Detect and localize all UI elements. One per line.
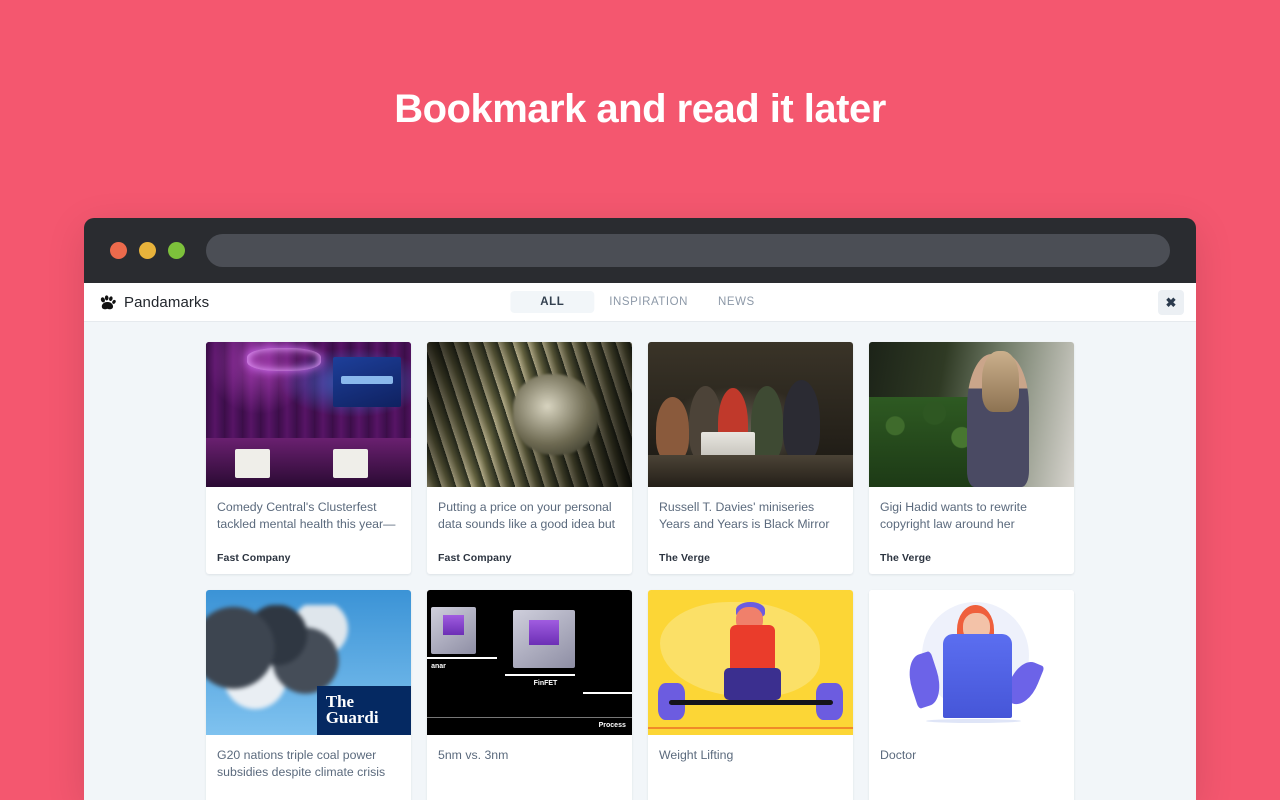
diagram-label-finfet: FinFET xyxy=(533,679,558,687)
card-title: Putting a price on your personal data so… xyxy=(438,500,616,532)
browser-chrome-bar xyxy=(84,218,1196,283)
card-body: Putting a price on your personal data so… xyxy=(427,487,632,574)
bookmark-content-area: Comedy Central's Clusterfest tackled men… xyxy=(84,322,1196,800)
close-dot[interactable] xyxy=(110,242,127,259)
card-source: The Verge xyxy=(659,552,711,564)
minimize-dot[interactable] xyxy=(139,242,156,259)
card-thumbnail xyxy=(648,590,853,735)
tab-inspiration[interactable]: INSPIRATION xyxy=(594,291,703,313)
page-title: Bookmark and read it later xyxy=(394,87,886,131)
brand-name: Pandamarks xyxy=(124,293,210,311)
card-body: Doctor Dribbble xyxy=(869,735,1074,800)
bookmark-card[interactable]: Comedy Central's Clusterfest tackled men… xyxy=(206,342,411,574)
watermark-line-2: Guardi xyxy=(325,708,379,728)
card-source: Fast Company xyxy=(217,552,291,564)
card-title: G20 nations triple coal power subsidies … xyxy=(217,748,386,780)
card-title: 5nm vs. 3nm xyxy=(438,748,509,762)
tab-news[interactable]: NEWS xyxy=(703,291,770,313)
tab-bar: ALL INSPIRATION NEWS xyxy=(510,291,769,313)
hero-banner: Bookmark and read it later xyxy=(0,0,1280,218)
bookmark-card[interactable]: Weight Lifting Dribbble xyxy=(648,590,853,800)
browser-window: Pandamarks ALL INSPIRATION NEWS ✖ Comedy… xyxy=(84,218,1196,800)
card-title: Weight Lifting xyxy=(659,748,734,762)
card-title: Comedy Central's Clusterfest tackled men… xyxy=(217,500,396,532)
card-body: Gigi Hadid wants to rewrite copyright la… xyxy=(869,487,1074,574)
card-thumbnail xyxy=(869,590,1074,735)
diagram-label-process: Process xyxy=(598,722,626,730)
bookmark-card[interactable]: The Guardi G20 nations triple coal power… xyxy=(206,590,411,800)
card-title: Doctor xyxy=(880,748,917,762)
brand[interactable]: Pandamarks xyxy=(98,293,209,312)
card-thumbnail xyxy=(206,342,411,487)
guardian-watermark: The Guardi xyxy=(316,685,411,735)
card-thumbnail xyxy=(869,342,1074,487)
bookmark-card[interactable]: anar FinFET Process 5nm vs. 3nm Hacker N… xyxy=(427,590,632,800)
app-header: Pandamarks ALL INSPIRATION NEWS ✖ xyxy=(84,283,1196,322)
maximize-dot[interactable] xyxy=(168,242,185,259)
card-thumbnail xyxy=(427,342,632,487)
bookmark-card[interactable]: Putting a price on your personal data so… xyxy=(427,342,632,574)
card-thumbnail: anar FinFET Process xyxy=(427,590,632,735)
card-body: G20 nations triple coal power subsidies … xyxy=(206,735,411,800)
card-source: Fast Company xyxy=(438,552,512,564)
card-body: Weight Lifting Dribbble xyxy=(648,735,853,800)
card-body: 5nm vs. 3nm Hacker News xyxy=(427,735,632,800)
card-body: Russell T. Davies' miniseries Years and … xyxy=(648,487,853,574)
bookmark-grid: Comedy Central's Clusterfest tackled men… xyxy=(84,338,1196,800)
paw-icon xyxy=(100,294,116,309)
address-bar-input[interactable] xyxy=(206,234,1170,267)
card-source: The Verge xyxy=(880,552,932,564)
card-thumbnail: The Guardi xyxy=(206,590,411,735)
diagram-label-planar: anar xyxy=(431,662,446,670)
window-controls xyxy=(110,242,185,259)
bookmark-card[interactable]: Doctor Dribbble xyxy=(869,590,1074,800)
card-title: Russell T. Davies' miniseries Years and … xyxy=(659,500,830,535)
close-button[interactable]: ✖ xyxy=(1158,289,1184,315)
card-body: Comedy Central's Clusterfest tackled men… xyxy=(206,487,411,574)
card-title: Gigi Hadid wants to rewrite copyright la… xyxy=(880,500,1027,535)
bookmark-card[interactable]: Russell T. Davies' miniseries Years and … xyxy=(648,342,853,574)
tab-all[interactable]: ALL xyxy=(510,291,595,313)
card-thumbnail xyxy=(648,342,853,487)
bookmark-card[interactable]: Gigi Hadid wants to rewrite copyright la… xyxy=(869,342,1074,574)
